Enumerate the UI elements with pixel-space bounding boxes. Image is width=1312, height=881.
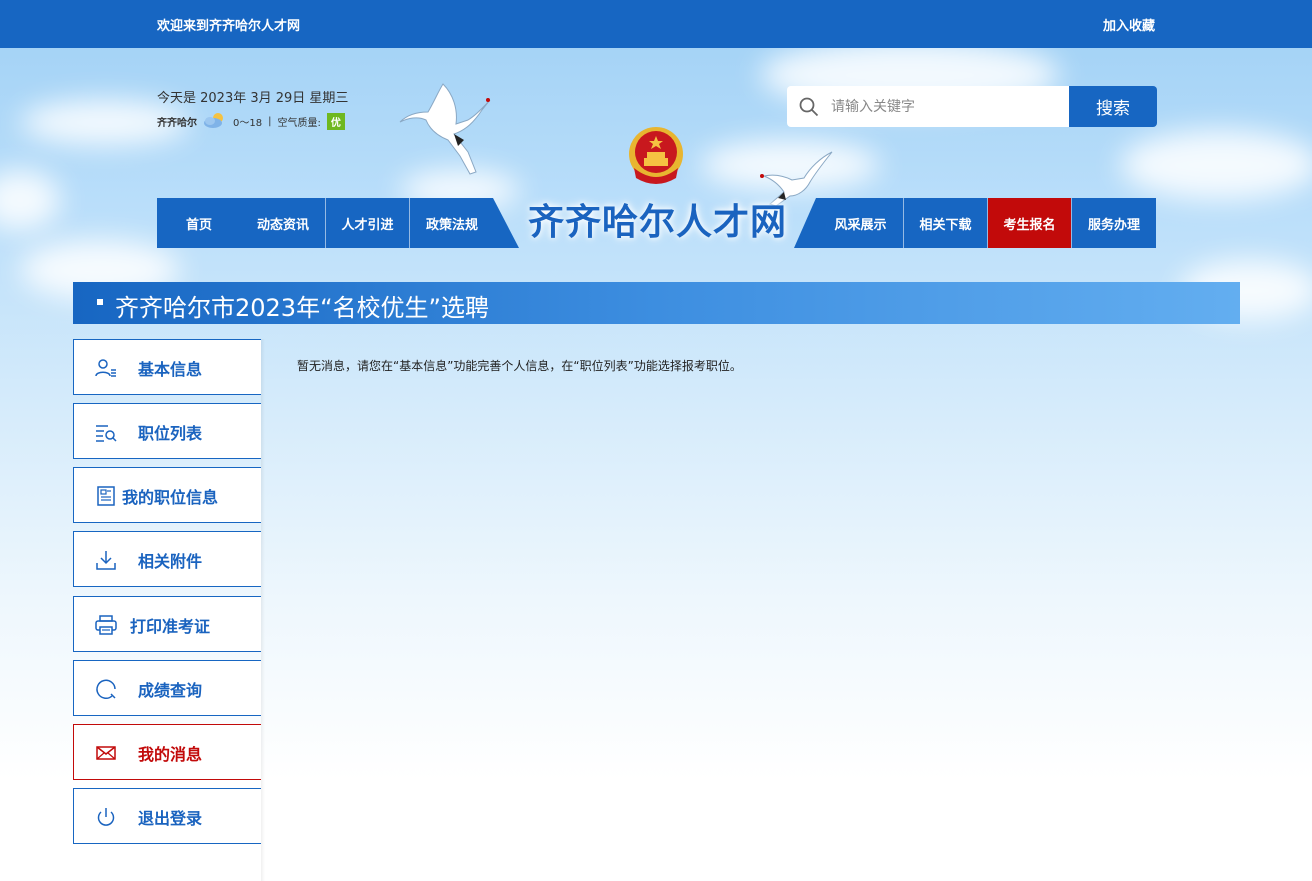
crane-icon — [399, 83, 491, 175]
search-button[interactable]: 搜索 — [1069, 86, 1157, 127]
sidebar-item-score-query[interactable]: 成绩查询 — [73, 660, 261, 716]
query-icon — [96, 679, 116, 700]
sidebar-item-print-ticket[interactable]: 打印准考证 — [73, 596, 261, 652]
nav-registration[interactable]: 考生报名 — [988, 198, 1071, 248]
nav-downloads[interactable]: 相关下载 — [904, 198, 987, 248]
sidebar-item-label: 退出登录 — [138, 809, 203, 828]
sidebar-item-label: 成绩查询 — [138, 681, 203, 700]
national-emblem-icon — [629, 127, 683, 184]
page-banner: 齐齐哈尔市2023年“名校优生”选聘 — [73, 282, 1240, 324]
sidebar-item-position-list[interactable]: 职位列表 — [73, 403, 261, 459]
nav-services[interactable]: 服务办理 — [1072, 198, 1156, 248]
weather-divider: | — [268, 116, 272, 127]
empty-message-text: 暂无消息，请您在“基本信息”功能完善个人信息，在“职位列表”功能选择报考职位。 — [297, 359, 742, 373]
download-icon — [96, 551, 116, 570]
search-icon — [787, 97, 831, 117]
list-search-icon — [96, 425, 117, 442]
search-input[interactable] — [831, 86, 1061, 127]
sidebar-item-label: 基本信息 — [138, 360, 203, 379]
power-icon — [97, 808, 115, 826]
date-text: 今天是 2023年 3月 29日 星期三 — [157, 91, 349, 106]
welcome-text: 欢迎来到齐齐哈尔人才网 — [157, 19, 301, 34]
cloud-decoration — [0, 170, 60, 230]
weather-city: 齐齐哈尔 — [157, 118, 197, 129]
nav-news[interactable]: 动态资讯 — [241, 198, 325, 248]
air-quality-label: 空气质量: — [277, 118, 321, 129]
weather-temp: 0～18 — [233, 118, 263, 129]
sidebar-item-label: 我的职位信息 — [122, 488, 219, 507]
air-quality-badge: 优 — [326, 113, 345, 130]
nav-home[interactable]: 首页 — [157, 198, 241, 248]
sidebar-item-attachments[interactable]: 相关附件 — [73, 531, 261, 587]
sidebar-item-basic-info[interactable]: 基本信息 — [73, 339, 261, 395]
top-bar: 欢迎来到齐齐哈尔人才网 加入收藏 — [0, 0, 1312, 48]
sidebar-item-logout[interactable]: 退出登录 — [73, 788, 261, 844]
banner-bullet — [97, 299, 103, 305]
nav-talent[interactable]: 人才引进 — [326, 198, 409, 248]
sidebar-divider — [261, 339, 265, 881]
printer-icon — [95, 615, 117, 635]
weather-widget: 齐齐哈尔 0～18 | 空气质量: 优 — [157, 112, 345, 131]
site-title: 齐齐哈尔人才网 — [528, 202, 788, 243]
nav-showcase[interactable]: 风采展示 — [818, 198, 903, 248]
partly-cloudy-icon — [203, 112, 227, 131]
document-icon — [97, 486, 115, 506]
sidebar-item-label: 打印准考证 — [130, 617, 211, 636]
sidebar-item-label: 职位列表 — [138, 424, 203, 443]
add-favorite-link[interactable]: 加入收藏 — [1103, 15, 1155, 34]
search-box — [787, 86, 1069, 127]
user-info-icon — [95, 359, 116, 377]
mail-icon — [96, 746, 116, 760]
sidebar-item-label: 相关附件 — [138, 552, 203, 571]
sidebar-item-label: 我的消息 — [138, 745, 203, 764]
page-title: 齐齐哈尔市2023年“名校优生”选聘 — [115, 294, 489, 322]
cloud-decoration — [1120, 130, 1312, 200]
sidebar-item-my-positions[interactable]: 我的职位信息 — [73, 467, 261, 523]
nav-policy[interactable]: 政策法规 — [410, 198, 494, 248]
sidebar-item-my-messages[interactable]: 我的消息 — [73, 724, 261, 780]
